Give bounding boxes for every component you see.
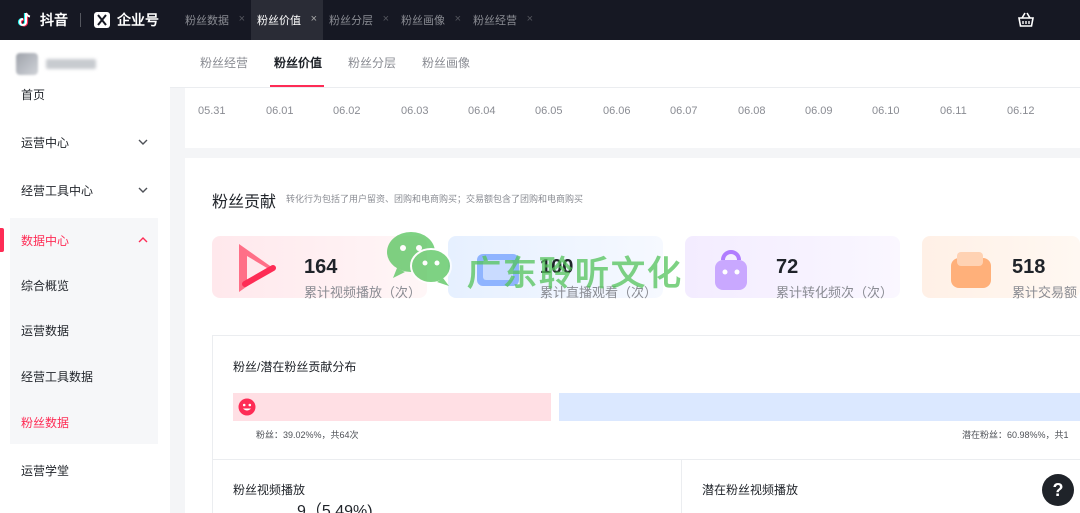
chevron-down-icon — [138, 187, 148, 193]
potential-video-panel: 潜在粉丝视频播放 — [682, 459, 1080, 513]
active-tab-underline — [270, 85, 324, 87]
subtab-fans-portrait[interactable]: 粉丝画像 — [422, 54, 470, 71]
sidebar-item-label: 粉丝数据 — [21, 415, 70, 430]
date-label: 06.08 — [738, 105, 766, 117]
page-tabs: 粉丝数据 × 粉丝价值 × 粉丝分层 × 粉丝画像 × 粉丝经营 × — [179, 0, 539, 40]
date-label: 06.04 — [468, 105, 496, 117]
sidebar-item-label: 运营中心 — [21, 135, 70, 150]
tab-label: 粉丝经营 — [473, 15, 517, 27]
sidebar-item-label: 综合概览 — [21, 278, 70, 293]
subtab-fans-operation[interactable]: 粉丝经营 — [200, 54, 248, 71]
section-description: 转化行为包括了用户留资、团购和电商购买；交易额包含了团购和电商购买 — [286, 194, 584, 204]
sidebar-item-academy[interactable]: 运营学堂 — [0, 460, 170, 480]
subtab-fans-value[interactable]: 粉丝价值 — [274, 54, 322, 71]
sidebar-item-data-center[interactable]: 数据中心 — [0, 230, 170, 250]
sidebar-item-label: 运营数据 — [21, 323, 70, 338]
tab-label: 粉丝数据 — [185, 15, 229, 27]
douyin-logo-icon — [17, 12, 31, 27]
sidebar-item-home[interactable]: 首页 — [0, 84, 170, 104]
potential-fans-share-note: 潜在粉丝：60.98%%，共1 — [962, 430, 1069, 440]
stat-value: 72 — [776, 256, 799, 278]
sidebar-item-label: 数据中心 — [21, 233, 70, 248]
close-icon[interactable]: × — [527, 13, 533, 25]
fans-video-value: 9（5.49%) — [297, 503, 373, 513]
fans-video-title: 粉丝视频播放 — [233, 483, 306, 497]
stat-label: 累计转化频次（次） — [776, 285, 894, 300]
distribution-title: 粉丝/潜在粉丝贡献分布 — [233, 360, 357, 374]
potential-fans-share-bar[interactable] — [559, 393, 1080, 421]
watermark: 广东聆听文化 — [385, 226, 705, 296]
sidebar-item-label: 运营学堂 — [21, 463, 70, 478]
brand[interactable]: 抖音 企业号 — [0, 10, 159, 30]
chevron-down-icon — [138, 139, 148, 145]
sidebar-item-label: 经营工具中心 — [21, 183, 94, 198]
sidebar: 首页 运营中心 经营工具中心 数据中心 综合概览 运营数据 经营工具数据 粉丝数… — [0, 40, 170, 513]
sidebar-item-tools-center[interactable]: 经营工具中心 — [0, 180, 170, 200]
date-label: 06.10 — [872, 105, 900, 117]
tab-fans-portrait[interactable]: 粉丝画像 × — [395, 0, 467, 40]
tab-label: 粉丝分层 — [329, 15, 373, 27]
wechat-logo-icon — [387, 232, 452, 286]
stat-label: 累计交易额 — [1012, 285, 1078, 300]
stat-value: 518 — [1012, 256, 1046, 278]
sidebar-item-tools-data[interactable]: 经营工具数据 — [0, 366, 170, 386]
close-icon[interactable]: × — [239, 13, 245, 25]
date-label: 06.07 — [670, 105, 698, 117]
smile-icon — [238, 398, 256, 416]
sidebar-item-label: 首页 — [21, 87, 46, 102]
watermark-text: 广东聆听文化 — [467, 255, 683, 293]
sidebar-item-operation-data[interactable]: 运营数据 — [0, 320, 170, 340]
sidebar-item-label: 经营工具数据 — [21, 369, 94, 384]
fans-contribution-card: 粉丝贡献 转化行为包括了用户留资、团购和电商购买；交易额包含了团购和电商购买 1… — [185, 158, 1080, 513]
sidebar-item-overview[interactable]: 综合概览 — [0, 275, 170, 295]
fans-video-panel: 粉丝视频播放 9（5.49%) — [213, 459, 682, 513]
subtab-fans-layer[interactable]: 粉丝分层 — [348, 54, 396, 71]
tab-fans-data[interactable]: 粉丝数据 × — [179, 0, 251, 40]
sidebar-item-operation-center[interactable]: 运营中心 — [0, 132, 170, 152]
enterprise-logo-icon — [94, 12, 110, 28]
fans-share-note: 粉丝：39.02%%，共64次 — [256, 430, 359, 440]
tab-label: 粉丝画像 — [401, 15, 445, 27]
sub-tabs: 粉丝经营 粉丝价值 粉丝分层 粉丝画像 — [170, 40, 1080, 88]
section-title: 粉丝贡献 — [212, 194, 277, 211]
basket-icon[interactable] — [1016, 10, 1036, 30]
chevron-up-icon — [138, 237, 148, 243]
tab-fans-value[interactable]: 粉丝价值 × — [251, 0, 323, 40]
avatar — [16, 53, 38, 75]
tab-label: 粉丝价值 — [257, 15, 301, 27]
date-axis-card: 05.31 06.01 06.02 06.03 06.04 06.05 06.0… — [185, 88, 1080, 148]
sidebar-item-fans-data[interactable]: 粉丝数据 — [0, 412, 170, 432]
help-button[interactable]: ? — [1042, 474, 1074, 506]
top-bar: 抖音 企业号 粉丝数据 × 粉丝价值 × 粉丝分层 × 粉丝画像 × 粉丝经营 … — [0, 0, 1080, 40]
tab-fans-layer[interactable]: 粉丝分层 × — [323, 0, 395, 40]
account-name-blurred — [46, 59, 96, 69]
date-label: 06.02 — [333, 105, 361, 117]
user-account[interactable] — [0, 40, 170, 88]
close-icon[interactable]: × — [311, 13, 317, 25]
close-icon[interactable]: × — [383, 13, 389, 25]
date-label: 06.09 — [805, 105, 833, 117]
potential-video-title: 潜在粉丝视频播放 — [702, 483, 799, 497]
brand-divider — [80, 13, 81, 27]
date-label: 06.06 — [603, 105, 631, 117]
close-icon[interactable]: × — [455, 13, 461, 25]
date-label: 06.03 — [401, 105, 429, 117]
brand-name: 抖音 — [40, 12, 68, 28]
date-label: 06.01 — [266, 105, 294, 117]
enterprise-name: 企业号 — [117, 12, 159, 28]
fans-share-bar[interactable] — [233, 393, 551, 421]
stat-value: 164 — [304, 256, 338, 278]
date-label: 05.31 — [198, 105, 226, 117]
wallet-icon — [951, 252, 991, 288]
tab-fans-operation[interactable]: 粉丝经营 × — [467, 0, 539, 40]
date-label: 06.11 — [940, 105, 967, 117]
distribution-panel: 粉丝/潜在粉丝贡献分布 粉丝：39.02%%，共64次 潜在粉丝：60.98%%… — [212, 335, 1080, 513]
video-play-icon — [239, 244, 276, 292]
date-label: 06.12 — [1007, 105, 1035, 117]
date-label: 06.05 — [535, 105, 563, 117]
bag-icon — [715, 250, 747, 290]
